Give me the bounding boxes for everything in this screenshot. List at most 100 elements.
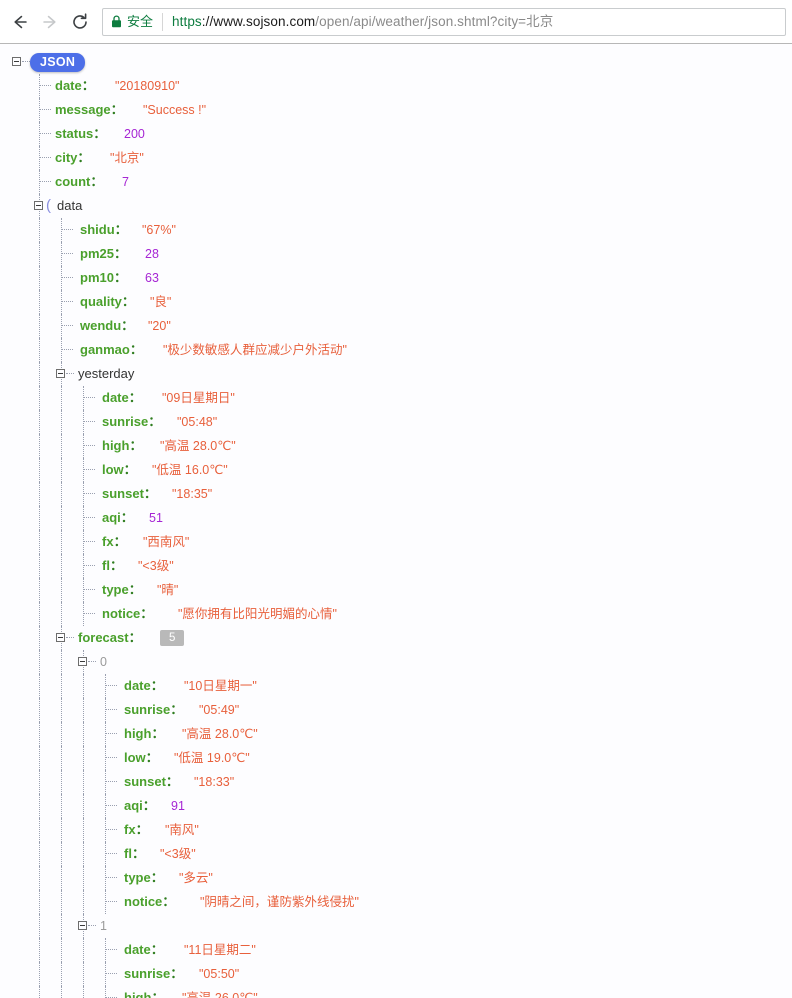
key-count: count (55, 174, 91, 189)
key-sunset: sunset (102, 486, 144, 501)
value-quality: "良" (150, 295, 172, 309)
tree-row-wendu: wendu： "20" (0, 314, 792, 338)
address-bar[interactable]: 安全 https://www.sojson.com/open/api/weath… (102, 7, 786, 36)
connector-line (84, 469, 95, 470)
value-yesterday-sunset: "18:35" (172, 487, 213, 501)
key-aqi: aqi (124, 798, 143, 813)
value-yesterday-type: "晴" (157, 583, 179, 597)
tree-row-yesterday-type: type： "晴" (0, 578, 792, 602)
colon: ： (140, 606, 154, 621)
connector-line (40, 157, 51, 158)
index-label-1[interactable]: 1 (100, 914, 107, 938)
colon: ： (151, 726, 165, 741)
connector-line (40, 133, 51, 134)
tree-row-yesterday-notice: notice： "愿你拥有比阳光明媚的心情" (0, 602, 792, 626)
key-fx: fx (102, 534, 114, 549)
connector-line (22, 61, 30, 62)
forward-button[interactable] (36, 8, 64, 36)
expander-forecast[interactable] (56, 633, 65, 642)
key-sunset: sunset (124, 774, 166, 789)
colon: ： (151, 990, 165, 998)
tree-row-shidu: shidu： "67%" (0, 218, 792, 242)
colon: ： (150, 942, 164, 957)
arrow-left-icon (14, 15, 27, 28)
connector-line (84, 613, 95, 614)
connector-line (84, 589, 95, 590)
security-indicator[interactable]: 安全 (111, 12, 164, 31)
connector-line (62, 277, 73, 278)
value-yesterday-notice: "愿你拥有比阳光明媚的心情" (178, 607, 337, 621)
colon: ： (131, 846, 145, 861)
key-ganmao: ganmao (80, 342, 130, 357)
colon: ： (81, 78, 95, 93)
node-label-data[interactable]: data (57, 194, 82, 218)
connector-line (106, 949, 117, 950)
expander-data[interactable] (34, 201, 43, 210)
connector-line (40, 85, 51, 86)
colon: ： (114, 222, 128, 237)
colon: ： (150, 870, 164, 885)
colon: ： (129, 438, 143, 453)
expander-root[interactable] (12, 57, 21, 66)
url-path: /open/api/weather/json.shtml?city=北京 (315, 13, 554, 29)
value-date: "20180910" (115, 79, 180, 93)
url-scheme: https (172, 13, 202, 29)
key-aqi: aqi (102, 510, 121, 525)
connector-line (40, 181, 51, 182)
expander-forecast-0[interactable] (78, 657, 87, 666)
connector-line (106, 733, 117, 734)
key-fl: fl (124, 846, 132, 861)
connector-line (62, 301, 73, 302)
colon: ： (121, 294, 135, 309)
value-f0-low: "低温 19.0℃" (174, 751, 250, 765)
connector-line (106, 973, 117, 974)
connector-line (62, 253, 73, 254)
reload-icon (73, 12, 87, 29)
connector-line (66, 373, 74, 374)
key-low: low (124, 750, 146, 765)
value-shidu: "67%" (142, 223, 176, 237)
key-status: status (55, 126, 94, 141)
colon: ： (77, 150, 91, 165)
connector-line (84, 517, 95, 518)
expander-yesterday[interactable] (56, 369, 65, 378)
value-yesterday-date: "09日星期日" (162, 391, 235, 405)
tree-row-f0-notice: notice： "阴晴之间，谨防紫外线侵扰" (0, 890, 792, 914)
forecast-count-badge: 5 (160, 630, 185, 646)
key-city: city (55, 150, 78, 165)
value-f0-fx: "南风" (165, 823, 199, 837)
value-yesterday-fx: "西南风" (143, 535, 190, 549)
key-type: type (124, 870, 151, 885)
connector-line (84, 493, 95, 494)
value-f1-high: "高温 26.0℃" (182, 991, 258, 998)
index-label-0[interactable]: 0 (100, 650, 107, 674)
colon: ： (150, 678, 164, 693)
back-button[interactable] (6, 8, 34, 36)
connector-line (62, 229, 73, 230)
colon: ： (170, 702, 184, 717)
tree-row-f0-fx: fx： "南风" (0, 818, 792, 842)
expander-forecast-1[interactable] (78, 921, 87, 930)
key-fl: fl (102, 558, 110, 573)
root-json-badge[interactable]: JSON (30, 53, 86, 72)
reload-button[interactable] (66, 8, 94, 36)
connector-line (40, 109, 51, 110)
key-pm10: pm10 (80, 270, 114, 285)
tree-row-f0-low: low： "低温 19.0℃" (0, 746, 792, 770)
node-label-yesterday[interactable]: yesterday (78, 362, 134, 386)
key-date: date (102, 390, 129, 405)
key-sunrise: sunrise (124, 966, 171, 981)
value-yesterday-high: "高温 28.0℃" (160, 439, 236, 453)
connector-line (66, 637, 74, 638)
connector-line (106, 829, 117, 830)
connector-line (84, 541, 95, 542)
tree-row-yesterday-fx: fx： "西南风" (0, 530, 792, 554)
security-label: 安全 (127, 13, 154, 29)
value-yesterday-sunrise: "05:48" (177, 415, 218, 429)
connector-line (106, 901, 117, 902)
value-status: 200 (124, 127, 145, 141)
connector-line (84, 565, 95, 566)
json-tree-viewer[interactable]: JSON date： "20180910" message： "Success … (0, 44, 792, 998)
value-city: "北京" (110, 151, 144, 165)
connector-line (62, 325, 73, 326)
